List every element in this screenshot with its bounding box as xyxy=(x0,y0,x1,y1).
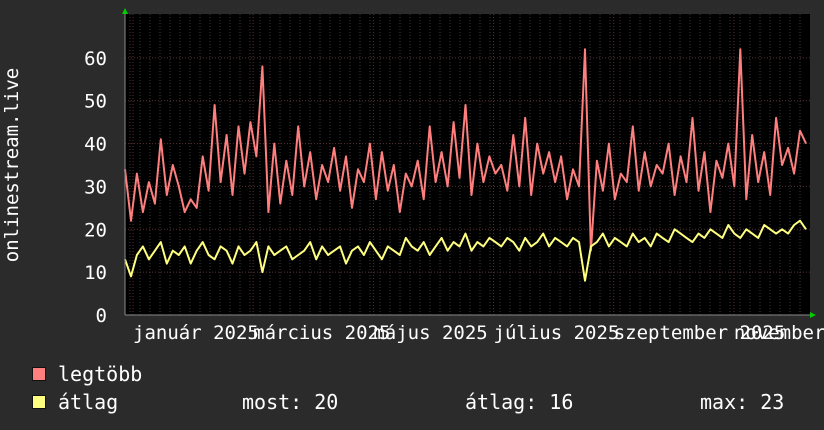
y-tick-label: 40 xyxy=(84,134,107,156)
y-axis-label: onlinestream.live xyxy=(1,68,23,262)
legend-swatch-max xyxy=(32,367,46,381)
stat-max: max: 23 xyxy=(700,390,785,414)
y-tick-label: 60 xyxy=(84,48,107,70)
x-tick-label: május 2025 xyxy=(373,322,487,344)
x-axis-ticks: január 2025március 2025május 2025 július … xyxy=(133,322,824,344)
x-tick-label: november 2025 xyxy=(734,322,824,344)
legend-label-avg: átlag xyxy=(58,390,119,414)
x-tick-label: január 2025 xyxy=(133,322,259,344)
plot-area xyxy=(125,14,810,315)
legend-label-max: legtöbb xyxy=(58,362,143,386)
legend-item-avg: átlag xyxy=(32,390,119,414)
x-tick-label: március 2025 xyxy=(253,322,390,344)
legend-item-max: legtöbb xyxy=(32,362,143,386)
legend-swatch-avg xyxy=(32,395,46,409)
y-tick-label: 10 xyxy=(84,262,107,284)
x-tick-label: július 2025 xyxy=(494,322,620,344)
stat-avg: átlag: 16 xyxy=(465,390,574,414)
y-axis-arrow-icon xyxy=(122,8,128,14)
y-tick-label: 50 xyxy=(84,91,107,113)
x-axis-arrow-icon xyxy=(810,312,816,318)
y-tick-label: 30 xyxy=(84,176,107,198)
y-axis-ticks: 0 10 20 30 40 50 60 xyxy=(84,48,107,327)
stat-now: most: 20 xyxy=(242,390,339,414)
y-tick-label: 0 xyxy=(96,305,107,327)
y-tick-label: 20 xyxy=(84,219,107,241)
